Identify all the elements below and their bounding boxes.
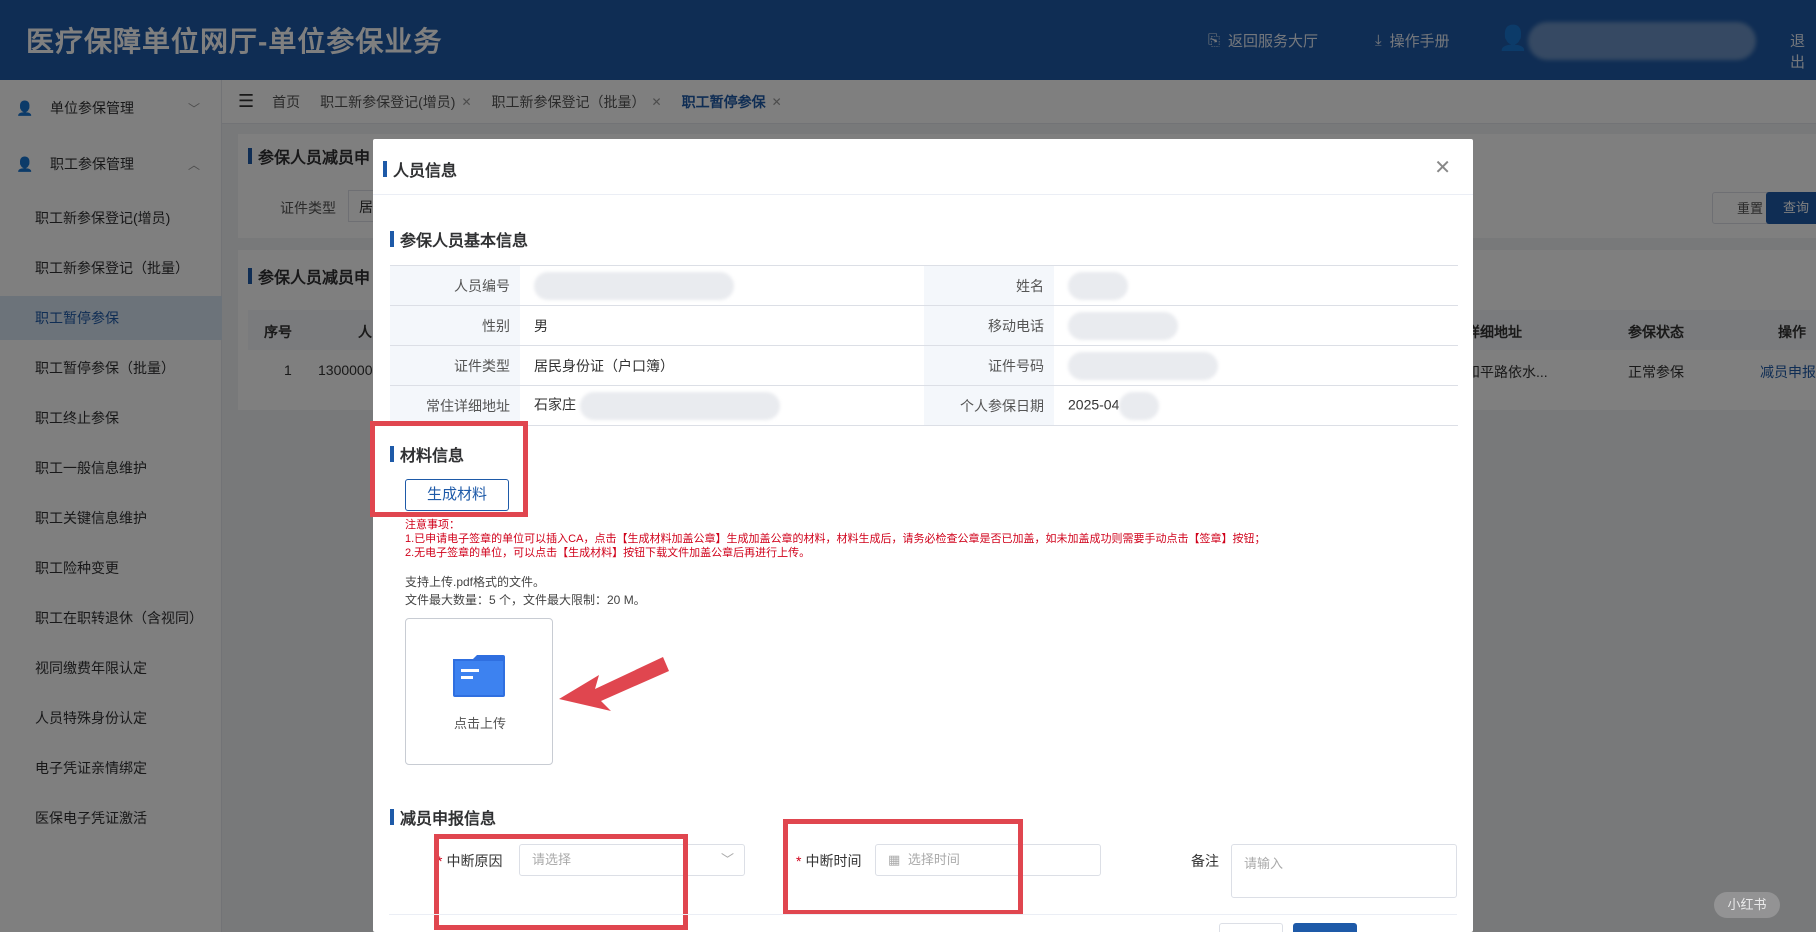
address-label: 常住详细地址	[390, 385, 520, 426]
highlight-box-reason	[434, 834, 688, 930]
basic-info-table: 人员编号 姓名 性别 男 移动电话 证件类型 居民身份证（户口簿） 证件号码 常…	[390, 265, 1458, 426]
footer-divider	[389, 914, 1457, 915]
close-icon[interactable]: ✕	[1434, 155, 1451, 180]
dialog-header: 人员信息 ✕	[373, 139, 1473, 195]
folder-icon	[453, 655, 505, 697]
notice-text: 注意事项： 1.已申请电子签章的单位可以插入CA，点击【生成材料加盖公章】生成加…	[405, 519, 1266, 559]
confirm-button[interactable]	[1293, 923, 1357, 932]
insured-date-label: 个人参保日期	[924, 385, 1054, 426]
basic-info-section-title: 参保人员基本信息	[390, 227, 528, 251]
gender-value: 男	[520, 305, 924, 346]
insured-date-value: 2025-04	[1068, 396, 1120, 413]
reduce-section-title: 减员申报信息	[390, 805, 496, 829]
highlight-box-material	[370, 421, 528, 517]
remark-label: 备注	[1191, 853, 1219, 869]
phone-label: 移动电话	[924, 305, 1054, 346]
xiaohongshu-watermark: 小红书	[1714, 892, 1780, 918]
gender-label: 性别	[390, 305, 520, 346]
chevron-down-icon: ﹀	[720, 852, 734, 867]
highlight-box-time	[783, 819, 1023, 915]
id-type-label: 证件类型	[390, 345, 520, 386]
cancel-button[interactable]	[1219, 923, 1283, 932]
person-no-label: 人员编号	[390, 265, 520, 306]
phone-blurred	[1068, 311, 1178, 340]
address-blurred	[579, 391, 780, 420]
id-no-label: 证件号码	[924, 345, 1054, 386]
person-no-blurred	[534, 271, 734, 300]
name-blurred	[1068, 271, 1128, 300]
upload-area[interactable]: 点击上传	[405, 618, 553, 765]
upload-label: 点击上传	[453, 716, 506, 731]
dialog-title: 人员信息	[383, 157, 457, 181]
red-arrow-icon	[559, 657, 669, 711]
id-type-value: 居民身份证（户口簿）	[520, 345, 924, 386]
person-info-dialog: 人员信息 ✕ 参保人员基本信息 人员编号 姓名 性别 男 移动电话 证件类型 居…	[370, 139, 1473, 932]
upload-support-text: 支持上传.pdf格式的文件。 文件最大数量：5 个，文件最大限制：20 M。	[405, 575, 646, 607]
remark-textarea[interactable]: 请输入	[1231, 844, 1457, 898]
address-value: 石家庄	[534, 396, 576, 413]
name-label: 姓名	[924, 265, 1054, 306]
insured-date-blurred	[1119, 391, 1160, 420]
id-no-blurred	[1068, 351, 1218, 380]
